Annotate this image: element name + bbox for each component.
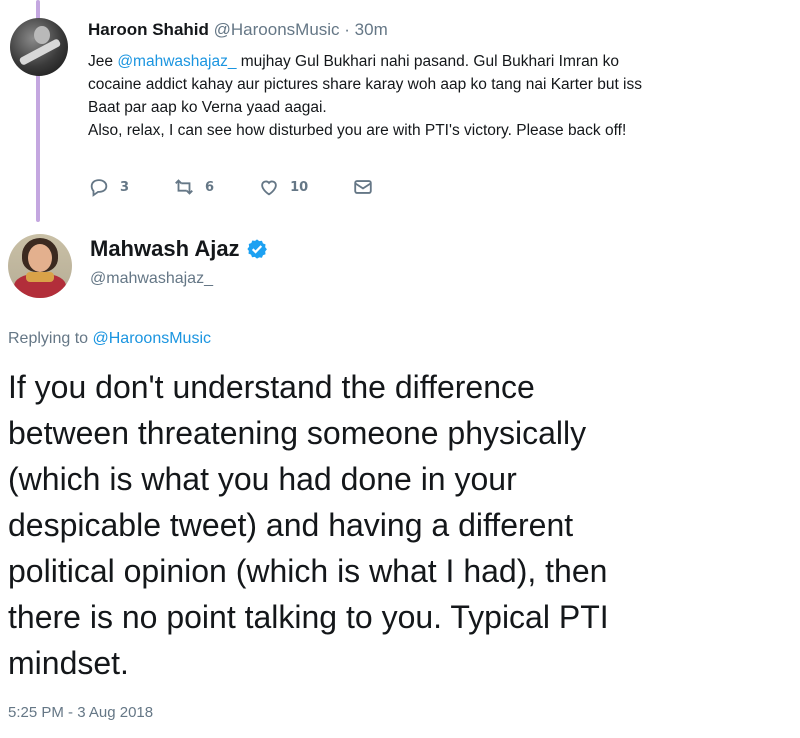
- tweet-actions: 3 6 10: [88, 175, 428, 199]
- tweet-text-fragment: mujhay Gul Bukhari nahi pasand. Gul Bukh…: [236, 53, 619, 70]
- mention-link[interactable]: @mahwashajaz_: [117, 53, 236, 70]
- author-name[interactable]: Mahwash Ajaz: [90, 236, 240, 262]
- tweet-text-line: there is no point talking to you. Typica…: [8, 599, 609, 635]
- tweet-text-line: mindset.: [8, 645, 129, 681]
- author-handle[interactable]: @HaroonsMusic: [214, 20, 340, 39]
- like-icon: [261, 180, 277, 196]
- tweet-time[interactable]: · 30m: [344, 20, 387, 39]
- tweet-text-fragment: Jee: [88, 53, 118, 70]
- direct-message-button[interactable]: [352, 176, 384, 198]
- retweet-icon: [175, 179, 193, 195]
- replying-label: Replying to: [8, 330, 93, 347]
- avatar[interactable]: [8, 234, 72, 298]
- tweet-text-line: between threatening someone physically: [8, 415, 587, 451]
- replying-to: Replying to @HaroonsMusic: [8, 330, 211, 348]
- like-count: 10: [290, 179, 309, 195]
- message-icon: [354, 180, 372, 194]
- tweet-text-line: Also, relax, I can see how disturbed you…: [88, 122, 627, 139]
- reply-icon: [90, 179, 108, 197]
- reply-button[interactable]: 3: [88, 176, 129, 198]
- tweet-text-line: (which is what you had done in your: [8, 461, 517, 497]
- parent-tweet-header: Haroon Shahid @HaroonsMusic · 30m: [88, 20, 388, 40]
- tweet-text-line: cocaine addict kahay aur pictures share …: [88, 76, 643, 93]
- author-name-row: Mahwash Ajaz: [90, 236, 268, 262]
- retweet-button[interactable]: 6: [173, 176, 214, 198]
- tweet-text: If you don't understand the difference b…: [8, 364, 788, 686]
- tweet-timestamp[interactable]: 5:25 PM - 3 Aug 2018: [8, 704, 153, 721]
- retweet-count: 6: [205, 179, 215, 195]
- tweet-text-line: Jee @mahwashajaz_ mujhay Gul Bukhari nah…: [88, 50, 788, 73]
- verified-badge-icon: [246, 239, 267, 259]
- main-tweet: Mahwash Ajaz @mahwashajaz_ Replying to @…: [0, 222, 800, 738]
- mention-link[interactable]: @HaroonsMusic: [93, 330, 212, 347]
- tweet-text-line: political opinion (which is what I had),…: [8, 553, 608, 589]
- parent-tweet-text: Jee @mahwashajaz_ mujhay Gul Bukhari nah…: [88, 50, 788, 142]
- reply-count: 3: [120, 179, 130, 195]
- tweet-text-line: Baat par aap ko Verna yaad aagai.: [88, 99, 327, 116]
- author-name[interactable]: Haroon Shahid: [88, 20, 209, 39]
- parent-tweet: Haroon Shahid @HaroonsMusic · 30m Jee @m…: [0, 0, 800, 222]
- tweet-text-line: despicable tweet) and having a different: [8, 507, 574, 543]
- avatar[interactable]: [10, 18, 68, 76]
- author-handle[interactable]: @mahwashajaz_: [90, 270, 213, 288]
- tweet-text-line: If you don't understand the difference: [8, 369, 535, 405]
- like-button[interactable]: 10: [258, 176, 308, 198]
